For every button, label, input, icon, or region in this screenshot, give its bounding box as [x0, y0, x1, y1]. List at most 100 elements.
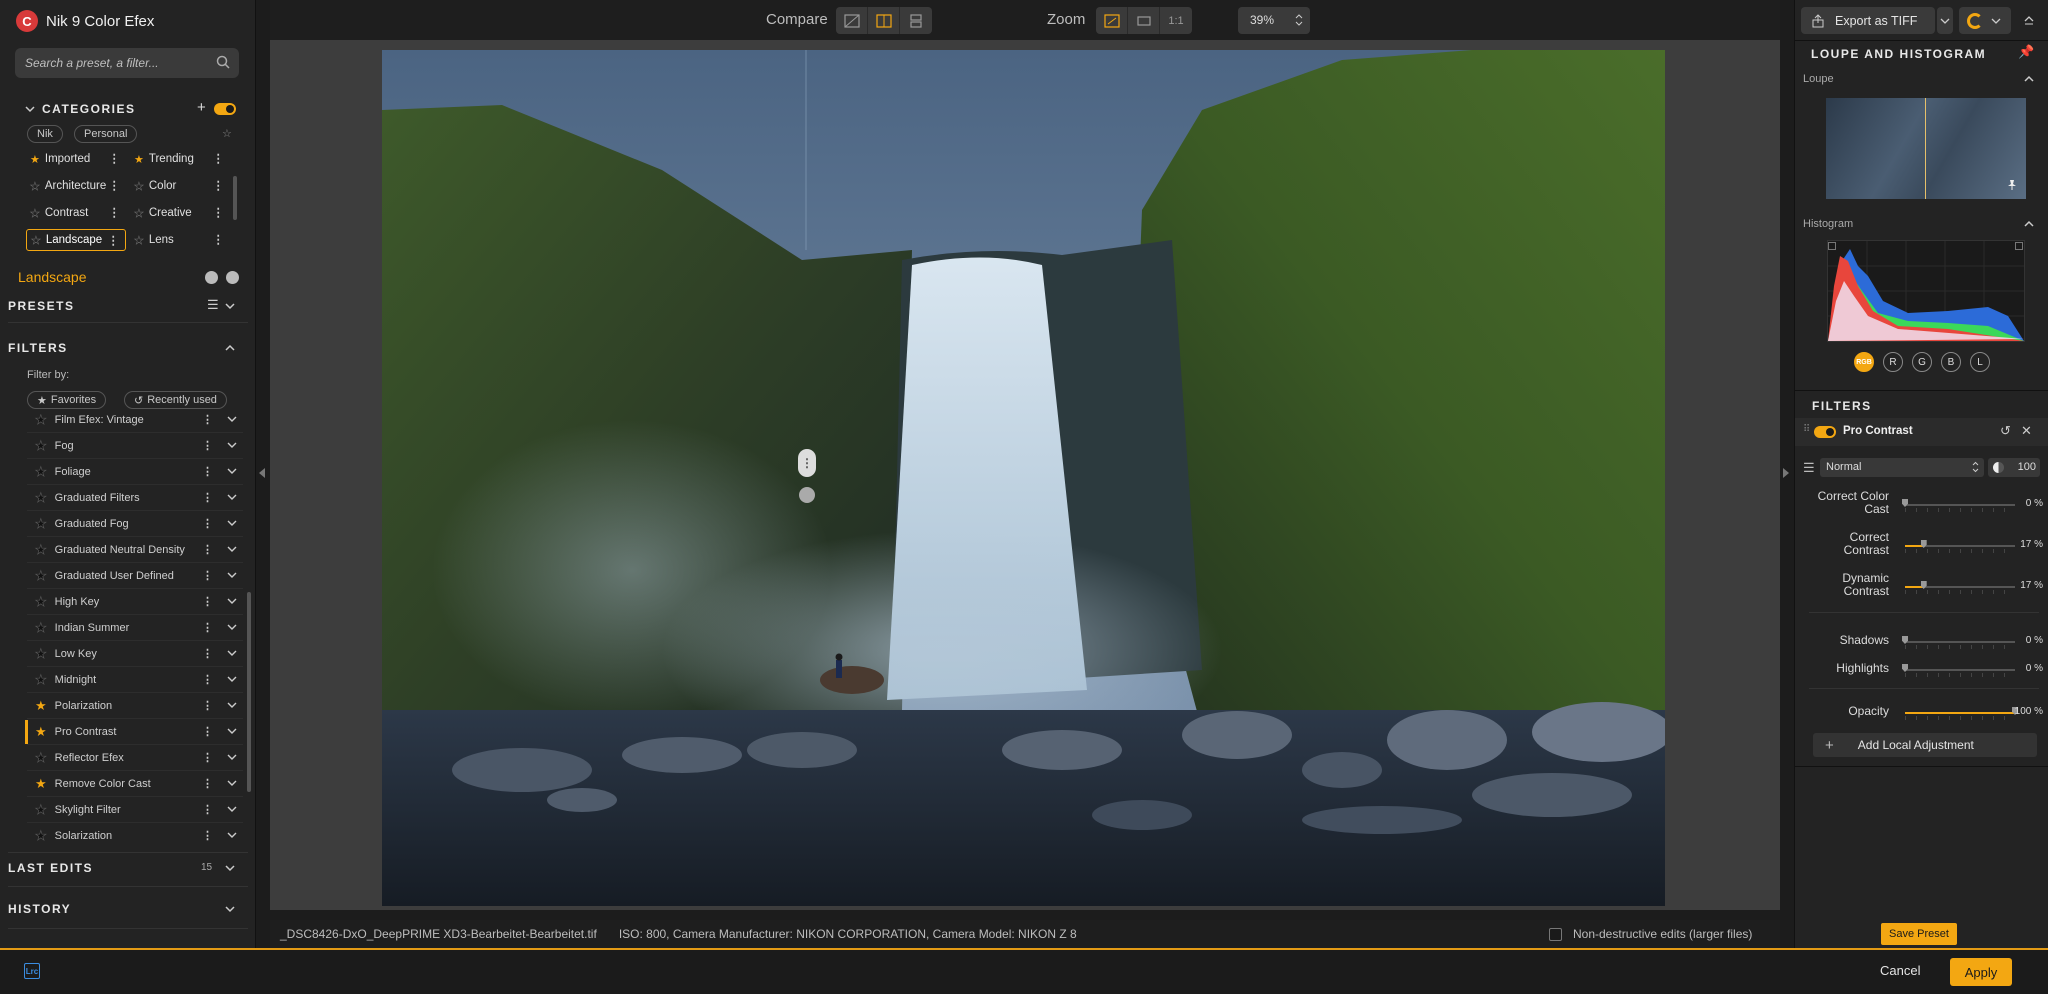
- filter-item[interactable]: ★ Indian Summer ⋮: [27, 615, 243, 641]
- category-tag-nik[interactable]: Nik: [27, 125, 63, 143]
- chevron-down-icon[interactable]: [225, 490, 239, 504]
- star-icon[interactable]: ★: [35, 698, 47, 714]
- drag-handle-icon[interactable]: ⠿: [1803, 424, 1810, 435]
- loupe-chevron-icon[interactable]: [2021, 71, 2037, 87]
- category-architecture[interactable]: ★ Architecture ⋮: [26, 175, 126, 197]
- slider-track[interactable]: [1902, 499, 2015, 507]
- more-icon[interactable]: ⋮: [202, 647, 213, 660]
- more-icon[interactable]: ⋮: [109, 178, 121, 192]
- slider-knob[interactable]: [1902, 499, 1908, 507]
- filter-item[interactable]: ★ Graduated User Defined ⋮: [27, 563, 243, 589]
- history-chevron-icon[interactable]: [222, 901, 238, 917]
- category-imported[interactable]: ★ Imported ⋮: [26, 148, 126, 170]
- prev-category-icon[interactable]: [205, 271, 218, 284]
- histogram-chevron-icon[interactable]: [2021, 216, 2037, 232]
- chevron-down-icon[interactable]: [225, 828, 239, 842]
- export-dropdown[interactable]: [1937, 7, 1953, 34]
- image-canvas[interactable]: ⋮: [270, 40, 1780, 910]
- filter-item[interactable]: ★ Fog ⋮: [27, 433, 243, 459]
- star-icon[interactable]: ★: [35, 463, 47, 480]
- filter-item[interactable]: ★ Skylight Filter ⋮: [27, 797, 243, 823]
- more-icon[interactable]: ⋮: [213, 178, 225, 192]
- more-icon[interactable]: ⋮: [202, 491, 213, 504]
- filters-chevron-icon[interactable]: [222, 340, 238, 356]
- category-creative[interactable]: ★ Creative ⋮: [130, 202, 230, 224]
- more-icon[interactable]: ⋮: [202, 803, 213, 816]
- blend-mode-select[interactable]: Normal: [1820, 458, 1984, 477]
- chevron-down-icon[interactable]: [225, 438, 239, 452]
- more-icon[interactable]: ⋮: [213, 232, 225, 246]
- star-icon[interactable]: ★: [35, 801, 47, 818]
- filter-item[interactable]: ★ Reflector Efex ⋮: [27, 745, 243, 771]
- filter-item[interactable]: ★ High Key ⋮: [27, 589, 243, 615]
- favorite-star-icon[interactable]: ☆: [222, 127, 232, 140]
- category-tag-personal[interactable]: Personal: [74, 125, 138, 143]
- next-category-icon[interactable]: [226, 271, 239, 284]
- zoom-fill-button[interactable]: [1128, 7, 1160, 34]
- compare-off-button[interactable]: [836, 7, 868, 34]
- channel-b[interactable]: B: [1941, 352, 1961, 372]
- star-icon[interactable]: ★: [35, 827, 47, 844]
- collapse-right-panel-icon[interactable]: [1782, 468, 1790, 478]
- nondestructive-checkbox[interactable]: [1549, 928, 1562, 941]
- filter-enable-toggle[interactable]: [1814, 426, 1836, 438]
- categories-collapse-chevron-icon[interactable]: [22, 101, 38, 117]
- more-icon[interactable]: ⋮: [202, 543, 213, 556]
- chevron-down-icon[interactable]: [225, 414, 239, 426]
- chevron-down-icon[interactable]: [225, 516, 239, 530]
- last-edits-chevron-icon[interactable]: [222, 860, 238, 876]
- star-icon[interactable]: ★: [35, 671, 47, 688]
- slider-track[interactable]: [1905, 540, 2015, 548]
- slider-track[interactable]: [1905, 707, 2018, 715]
- chevron-down-icon[interactable]: [225, 698, 239, 712]
- star-icon[interactable]: ★: [35, 515, 47, 532]
- filter-item[interactable]: ★ Pro Contrast ⋮: [25, 719, 243, 745]
- more-icon[interactable]: ⋮: [202, 569, 213, 582]
- star-icon[interactable]: ★: [35, 489, 47, 506]
- more-icon[interactable]: ⋮: [109, 151, 121, 165]
- more-icon[interactable]: ⋮: [202, 439, 213, 452]
- star-icon[interactable]: ★: [35, 776, 47, 792]
- filter-menu-icon[interactable]: ☰: [1803, 460, 1815, 476]
- shadow-clipping-icon[interactable]: [1828, 242, 1836, 250]
- more-icon[interactable]: ⋮: [202, 751, 213, 764]
- more-icon[interactable]: ⋮: [202, 465, 213, 478]
- more-icon[interactable]: ⋮: [213, 151, 225, 165]
- export-button[interactable]: Export as TIFF: [1801, 7, 1935, 34]
- compare-split-button[interactable]: [868, 7, 900, 34]
- star-icon[interactable]: ★: [35, 749, 47, 766]
- pin-icon[interactable]: [2006, 179, 2018, 191]
- filter-item[interactable]: ★ Graduated Filters ⋮: [27, 485, 243, 511]
- more-icon[interactable]: ⋮: [202, 621, 213, 634]
- add-category-icon[interactable]: +: [197, 99, 206, 116]
- list-view-icon[interactable]: ☰: [207, 297, 219, 313]
- filter-item[interactable]: ★ Solarization ⋮: [27, 823, 243, 844]
- star-icon[interactable]: ★: [35, 724, 47, 740]
- loupe-view[interactable]: [1826, 98, 2026, 199]
- categories-scrollbar[interactable]: [233, 176, 237, 220]
- filter-item[interactable]: ★ Low Key ⋮: [27, 641, 243, 667]
- chevron-down-icon[interactable]: [225, 568, 239, 582]
- chevron-down-icon[interactable]: [225, 620, 239, 634]
- filter-item[interactable]: ★ Polarization ⋮: [27, 693, 243, 719]
- slider-knob[interactable]: [1902, 636, 1908, 644]
- filter-item[interactable]: ★ Midnight ⋮: [27, 667, 243, 693]
- category-landscape[interactable]: ★ Landscape ⋮: [26, 229, 126, 251]
- chevron-down-icon[interactable]: [225, 672, 239, 686]
- star-icon[interactable]: ★: [35, 593, 47, 610]
- star-icon[interactable]: ★: [35, 619, 47, 636]
- favorites-chip[interactable]: ★ Favorites: [27, 391, 107, 409]
- search-input[interactable]: Search a preset, a filter...: [15, 48, 239, 78]
- more-icon[interactable]: ⋮: [202, 725, 213, 738]
- chevron-down-icon[interactable]: [225, 646, 239, 660]
- chevron-down-icon[interactable]: [225, 594, 239, 608]
- filter-item[interactable]: ★ Remove Color Cast ⋮: [27, 771, 243, 797]
- chevron-down-icon[interactable]: [225, 464, 239, 478]
- cancel-button[interactable]: Cancel: [1880, 963, 1920, 978]
- zoom-one-to-one-button[interactable]: 1:1: [1160, 7, 1192, 34]
- channel-l[interactable]: L: [1970, 352, 1990, 372]
- chevron-down-icon[interactable]: [225, 802, 239, 816]
- opacity-field[interactable]: 100: [1988, 458, 2040, 477]
- more-icon[interactable]: ⋮: [202, 777, 213, 790]
- swap-icon[interactable]: [799, 487, 815, 503]
